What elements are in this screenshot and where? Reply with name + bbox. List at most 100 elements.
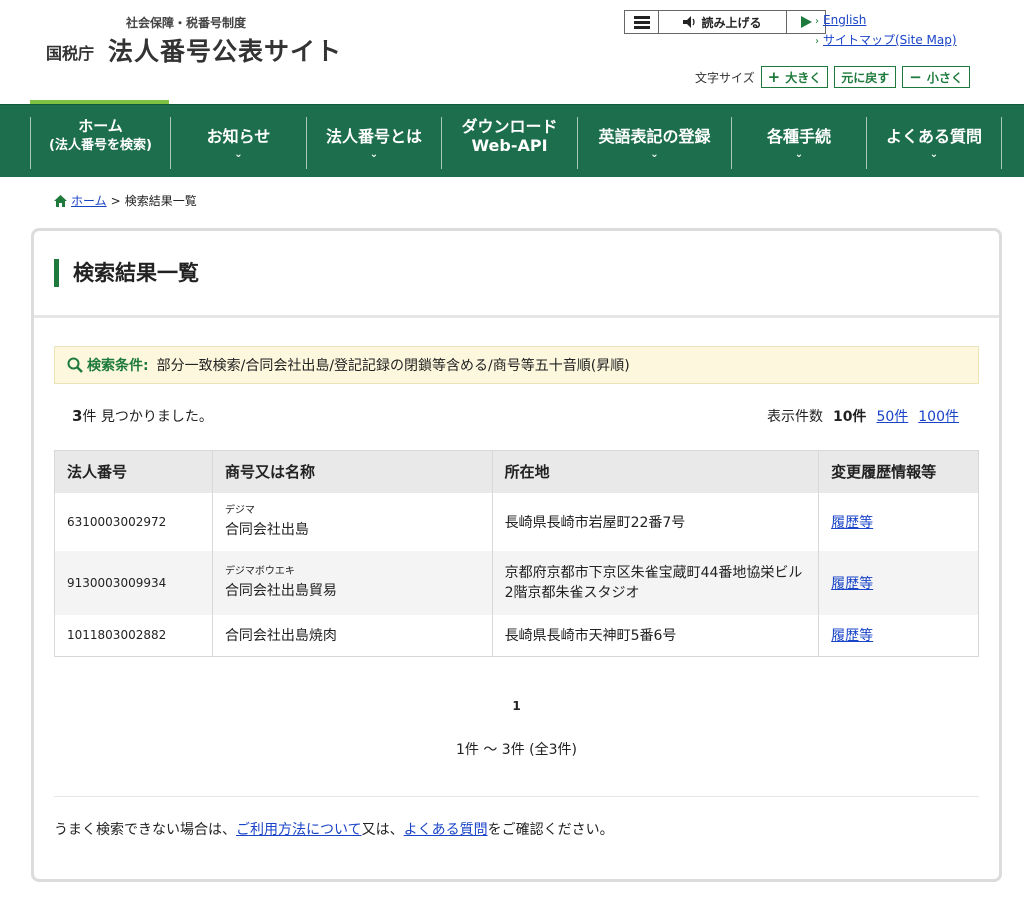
history-cell: 履歴等 — [818, 550, 979, 615]
font-size-label: 文字サイズ — [695, 70, 755, 85]
nav-item-faq[interactable]: よくある質問 ⌄ — [866, 117, 1002, 169]
logo-agency: 国税庁 — [46, 44, 95, 63]
chevron-down-icon: ⌄ — [369, 149, 379, 160]
address: 長崎県長崎市天神町5番6号 — [492, 614, 820, 657]
read-aloud-bar: 読み上げる — [624, 10, 826, 34]
chevron-down-icon: ⌄ — [234, 149, 243, 160]
corporate-name-cell: デジマボウエキ合同会社出島貿易 — [212, 550, 493, 615]
logo-site-name: 法人番号公表サイト — [108, 37, 343, 66]
table-row: 9130003009934 デジマボウエキ合同会社出島貿易 京都府京都市下京区朱… — [54, 550, 979, 615]
font-reset-button[interactable]: 元に戻す — [834, 66, 897, 88]
address: 京都府京都市下京区朱雀宝蔵町44番地協栄ビル2階京都朱雀スタジオ — [492, 550, 820, 615]
language-links: › English › サイトマップ(Site Map) — [815, 11, 957, 51]
nav-item-download[interactable]: ダウンロード Web-API — [441, 117, 577, 169]
corporate-name-kana: デジマボウエキ — [224, 565, 295, 577]
condition-label-text: 検索条件: — [87, 358, 149, 374]
corporate-number: 1011803002882 — [54, 614, 213, 657]
pagination-range: 1件 ～ 3件 (全3件) — [456, 742, 577, 758]
corporate-name: 合同会社出島 — [224, 521, 309, 538]
nav-label: よくある質問 — [885, 127, 982, 146]
minus-icon: − — [909, 68, 922, 86]
font-bigger-button[interactable]: + 大きく — [760, 66, 829, 88]
table-row: 6310003002972 デジマ合同会社出島 長崎県長崎市岩屋町22番7号 履… — [54, 492, 979, 551]
corporate-name: 合同会社出島焼肉 — [224, 628, 337, 645]
history-link[interactable]: 履歴等 — [831, 576, 873, 592]
nav-label: ダウンロード — [461, 117, 558, 136]
column-header-history: 変更履歴情報等 — [818, 450, 979, 493]
faq-link[interactable]: よくある質問 — [404, 822, 488, 838]
per-page-selector: 表示件数 10件 50件 100件 — [767, 406, 959, 426]
per-page-50-link[interactable]: 50件 — [876, 406, 908, 426]
history-link[interactable]: 履歴等 — [831, 515, 873, 531]
plus-icon: + — [767, 68, 781, 86]
font-smaller-button[interactable]: − 小さく — [902, 66, 970, 88]
nav-label: 法人番号とは — [325, 127, 422, 146]
read-aloud-label: 読み上げる — [701, 15, 762, 30]
corporate-number: 9130003009934 — [54, 550, 213, 615]
per-page-100-link[interactable]: 100件 — [918, 406, 959, 426]
history-link[interactable]: 履歴等 — [831, 628, 873, 644]
home-icon — [54, 194, 67, 207]
corporate-name-cell: 合同会社出島焼肉 — [212, 614, 493, 657]
breadcrumb-current: 検索結果一覧 — [124, 194, 197, 208]
corporate-number: 6310003002972 — [54, 492, 213, 551]
corporate-name-cell: デジマ 合同会社出島 — [212, 492, 493, 551]
breadcrumb: ホーム > 検索結果一覧 — [54, 192, 197, 209]
per-page-label: 表示件数 — [766, 409, 823, 425]
breadcrumb-home-link[interactable]: ホーム — [71, 192, 107, 209]
nav-label: お知らせ — [206, 127, 271, 146]
nav-item-procedures[interactable]: 各種手続 ⌄ — [731, 117, 866, 169]
nav-sublabel: (法人番号を検索) — [49, 138, 152, 153]
history-cell: 履歴等 — [818, 492, 979, 551]
divider — [54, 796, 979, 797]
chevron-right-icon: › — [815, 16, 819, 27]
results-table: 法人番号 商号又は名称 所在地 変更履歴情報等 6310003002972 デジ… — [54, 450, 979, 657]
font-reset-label: 元に戻す — [841, 70, 890, 85]
read-menu-button[interactable] — [625, 11, 659, 33]
chevron-right-icon: › — [815, 36, 819, 47]
font-smaller-label: 小さく — [926, 70, 963, 85]
corporate-name-kana: デジマ — [224, 504, 255, 516]
nav-item-home[interactable]: ホーム (法人番号を検索) — [30, 117, 170, 169]
help-suffix: をご確認ください。 — [487, 822, 614, 838]
table-header-row: 法人番号 商号又は名称 所在地 変更履歴情報等 — [54, 450, 979, 493]
column-header-address: 所在地 — [492, 450, 820, 493]
chevron-down-icon: ⌄ — [794, 149, 804, 160]
nav-label: ホーム — [78, 117, 123, 135]
page-title: 検索結果一覧 — [54, 259, 199, 287]
read-aloud-button[interactable]: 読み上げる — [659, 11, 787, 33]
column-header-name: 商号又は名称 — [212, 450, 493, 493]
result-count: 3件 見つかりました。 — [72, 406, 213, 426]
nav-item-about[interactable]: 法人番号とは ⌄ — [306, 117, 441, 169]
help-prefix: うまく検索できない場合は、 — [54, 822, 236, 838]
menu-icon — [633, 15, 650, 29]
usage-guide-link[interactable]: ご利用方法について — [236, 822, 362, 838]
font-size-controls: 文字サイズ + 大きく 元に戻す − 小さく — [695, 66, 970, 88]
history-cell: 履歴等 — [818, 614, 979, 657]
site-header: 社会保障・税番号制度 国税庁 法人番号公表サイト 読み上げる › English … — [0, 0, 1024, 105]
address: 長崎県長崎市岩屋町22番7号 — [492, 492, 820, 551]
card-header: 検索結果一覧 — [34, 231, 999, 318]
sitemap-link[interactable]: サイトマップ(Site Map) — [823, 33, 957, 47]
nav-item-news[interactable]: お知らせ ⌄ — [170, 117, 306, 169]
corporate-name: 合同会社出島貿易 — [224, 582, 337, 599]
results-card: 検索結果一覧 検索条件: 部分一致検索/合同会社出島/登記記録の閉鎖等含める/商… — [31, 228, 1002, 882]
column-header-number: 法人番号 — [54, 450, 213, 493]
breadcrumb-separator: > — [110, 193, 121, 208]
per-page-current: 10件 — [832, 409, 867, 425]
search-condition-label: 検索条件: — [67, 355, 149, 375]
speaker-icon — [683, 16, 696, 28]
help-middle: 又は、 — [361, 822, 404, 838]
search-condition-text: 部分一致検索/合同会社出島/登記記録の閉鎖等含める/商号等五十音順(昇順) — [156, 358, 630, 374]
nav-item-english[interactable]: 英語表記の登録 ⌄ — [577, 117, 731, 169]
chevron-down-icon: ⌄ — [650, 149, 659, 160]
font-bigger-label: 大きく — [785, 70, 822, 85]
result-count-number: 3 — [72, 407, 83, 425]
play-icon — [800, 16, 812, 28]
chevron-down-icon: ⌄ — [929, 149, 939, 160]
search-icon — [67, 357, 83, 373]
logo-subtitle: 社会保障・税番号制度 — [126, 16, 247, 30]
english-link[interactable]: English — [823, 13, 866, 27]
pagination-current-page: 1 — [512, 699, 521, 713]
nav-sublabel: Web-API — [471, 136, 548, 155]
